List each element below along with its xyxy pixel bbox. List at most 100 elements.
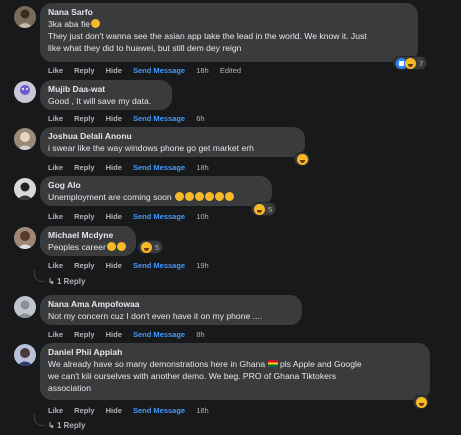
hide-button[interactable]: Hide <box>106 261 122 270</box>
crying-emoji-icon <box>225 192 235 201</box>
hide-button[interactable]: Hide <box>106 406 122 415</box>
avatar[interactable] <box>14 344 36 366</box>
comment-bubble: Daniel Phii Appiah We already have so ma… <box>40 343 430 400</box>
comment-bubble: Nana Sarfo 3ka aba fie They just don't w… <box>40 3 418 62</box>
reply-button[interactable]: Reply <box>74 261 94 270</box>
reaction-summary[interactable]: 5 <box>251 202 277 216</box>
avatar[interactable] <box>14 6 36 28</box>
like-button[interactable]: Like <box>48 330 63 339</box>
avatar[interactable] <box>14 296 36 318</box>
comment-author[interactable]: Gog Alo <box>48 180 264 191</box>
thread-connector <box>34 414 44 426</box>
comment-text: i swear like the way windows phone go ge… <box>48 143 254 153</box>
like-button[interactable]: Like <box>48 66 63 75</box>
comment-timestamp[interactable]: 19h <box>196 261 209 270</box>
comment-author[interactable]: Mujib Daa-wat <box>48 84 164 95</box>
laughing-emoji-icon <box>116 242 126 251</box>
comment-timestamp[interactable]: 10h <box>196 212 209 221</box>
comment-author[interactable]: Michael Mcdyne <box>48 230 128 241</box>
comment-actions: Like Reply Hide Send Message 19h <box>48 261 218 270</box>
reaction-count: 7 <box>419 58 424 68</box>
comment-timestamp[interactable]: 6h <box>196 114 204 123</box>
comment-bubble: Michael Mcdyne Peoples career <box>40 226 136 256</box>
comment-text: Good , It will save my data. <box>48 96 152 106</box>
like-button[interactable]: Like <box>48 212 63 221</box>
hide-button[interactable]: Hide <box>106 212 122 221</box>
hide-button[interactable]: Hide <box>106 66 122 75</box>
comment-actions: Like Reply Hide Send Message 18h <box>48 163 218 172</box>
comment-text: We already have so many demonstrations h… <box>48 359 362 369</box>
comment-author[interactable]: Nana Sarfo <box>48 7 410 18</box>
comment-timestamp[interactable]: 8h <box>196 330 204 339</box>
comment-text: 3ka aba fie <box>48 18 410 30</box>
haha-reaction-icon <box>141 241 152 253</box>
comment-timestamp[interactable]: 18h <box>196 163 209 172</box>
comment-text: association <box>48 383 91 393</box>
comment-bubble: Mujib Daa-wat Good , It will save my dat… <box>40 80 172 110</box>
crying-emoji-icon <box>215 192 225 201</box>
thread-connector <box>34 270 44 282</box>
like-button[interactable]: Like <box>48 261 63 270</box>
reaction-summary[interactable] <box>413 395 429 409</box>
reaction-count: 5 <box>268 204 273 214</box>
reply-button[interactable]: Reply <box>74 114 94 123</box>
send-message-button[interactable]: Send Message <box>133 406 185 415</box>
comment-text: They just don't wanna see the asian app … <box>48 31 367 41</box>
ghana-flag-icon <box>267 360 278 367</box>
edited-label: Edited <box>219 66 242 75</box>
reply-button[interactable]: Reply <box>74 212 94 221</box>
like-button[interactable]: Like <box>48 163 63 172</box>
reply-button[interactable]: Reply <box>74 330 94 339</box>
avatar[interactable] <box>14 81 36 103</box>
hide-button[interactable]: Hide <box>106 330 122 339</box>
view-replies-link[interactable]: ↳ 1 Reply <box>48 277 85 286</box>
send-message-button[interactable]: Send Message <box>133 212 185 221</box>
send-message-button[interactable]: Send Message <box>133 330 185 339</box>
reply-button[interactable]: Reply <box>74 163 94 172</box>
laughing-emoji-icon <box>106 242 116 251</box>
comment-text: we can't kiii ourselves with another dem… <box>48 371 337 381</box>
reply-button[interactable]: Reply <box>74 66 94 75</box>
comment-timestamp[interactable]: 18h <box>196 406 209 415</box>
haha-reaction-icon <box>405 57 416 69</box>
avatar[interactable] <box>14 128 36 150</box>
crying-emoji-icon <box>185 192 195 201</box>
comment-text: like what they did to huawei, but still … <box>48 43 242 53</box>
comment-actions: Like Reply Hide Send Message 18h <box>48 406 218 415</box>
comment-text: Not my concern cuz I don't even have it … <box>48 311 263 321</box>
like-button[interactable]: Like <box>48 114 63 123</box>
comment-actions: Like Reply Hide Send Message 18h Edited <box>48 66 250 75</box>
comment-bubble: Gog Alo Unemployment are coming soon <box>40 176 272 206</box>
reply-button[interactable]: Reply <box>74 406 94 415</box>
send-message-button[interactable]: Send Message <box>133 261 185 270</box>
send-message-button[interactable]: Send Message <box>133 163 185 172</box>
hide-button[interactable]: Hide <box>106 114 122 123</box>
comment-actions: Like Reply Hide Send Message 8h <box>48 330 214 339</box>
comment-timestamp[interactable]: 18h <box>196 66 209 75</box>
avatar[interactable] <box>14 227 36 249</box>
hide-button[interactable]: Hide <box>106 163 122 172</box>
comment-author[interactable]: Daniel Phii Appiah <box>48 347 422 358</box>
crying-emoji-icon <box>175 192 185 201</box>
reaction-summary[interactable]: 7 <box>393 56 428 70</box>
crying-emoji-icon <box>205 192 215 201</box>
reaction-summary[interactable] <box>294 152 310 166</box>
send-message-button[interactable]: Send Message <box>133 66 185 75</box>
haha-reaction-icon <box>297 153 308 165</box>
laughing-emoji-icon <box>91 19 101 28</box>
haha-reaction-icon <box>254 203 265 215</box>
comment-author[interactable]: Joshua Delali Anonu <box>48 131 297 142</box>
comment-bubble: Nana Ama Ampofowaa Not my concern cuz I … <box>40 295 302 325</box>
comment-author[interactable]: Nana Ama Ampofowaa <box>48 299 294 310</box>
haha-reaction-icon <box>416 396 427 408</box>
comment-actions: Like Reply Hide Send Message 6h <box>48 114 214 123</box>
view-replies-link[interactable]: ↳ 1 Reply <box>48 421 85 430</box>
like-button[interactable]: Like <box>48 406 63 415</box>
avatar[interactable] <box>14 178 36 200</box>
reaction-summary[interactable]: 5 <box>138 240 164 254</box>
comment-actions: Like Reply Hide Send Message 10h <box>48 212 218 221</box>
comment-text: Peoples career <box>48 241 128 253</box>
send-message-button[interactable]: Send Message <box>133 114 185 123</box>
crying-emoji-icon <box>195 192 205 201</box>
comment-bubble: Joshua Delali Anonu i swear like the way… <box>40 127 305 157</box>
